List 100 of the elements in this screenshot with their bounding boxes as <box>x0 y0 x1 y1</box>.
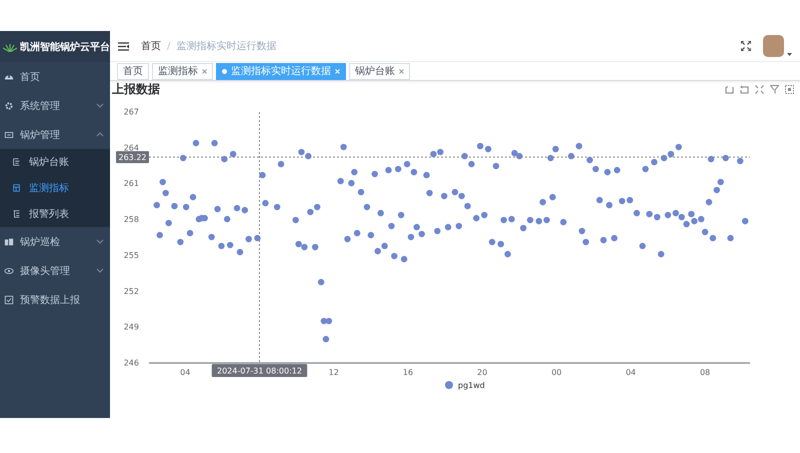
data-point <box>477 142 484 150</box>
sidebar-item[interactable]: 首页 <box>0 62 110 91</box>
data-point <box>378 210 384 216</box>
data-point <box>456 222 462 230</box>
y-tick-label: 261 <box>124 179 139 188</box>
ref-line-label: 263.22 <box>118 153 146 162</box>
sidebar-item[interactable]: 锅炉巡检 <box>0 227 110 256</box>
data-point <box>192 140 200 146</box>
data-point <box>230 150 236 158</box>
data-point <box>400 256 408 262</box>
data-point <box>552 146 559 152</box>
data-point <box>274 204 280 210</box>
breadcrumb-item[interactable]: 首页 <box>141 39 161 53</box>
data-point <box>742 218 748 224</box>
y-tick-label: 255 <box>124 250 139 260</box>
x-tick-label: 20 <box>477 368 488 377</box>
data-point <box>246 236 252 242</box>
document-icon <box>12 183 21 193</box>
chart-tool-icon[interactable] <box>770 84 779 94</box>
data-point <box>254 234 261 242</box>
data-point <box>540 198 546 206</box>
ref-line-label: 2024-07-31 08:00:12 <box>216 366 302 376</box>
data-point <box>182 204 190 210</box>
data-point <box>156 232 163 238</box>
data-point <box>549 194 556 200</box>
chart-tool-icon[interactable] <box>755 84 764 94</box>
data-point <box>492 162 500 170</box>
data-point <box>372 170 378 178</box>
data-point <box>214 206 221 212</box>
fullscreen-icon[interactable] <box>741 41 751 51</box>
panel-title: 上报数据 <box>112 80 161 98</box>
data-point <box>218 242 225 250</box>
data-point <box>262 200 269 206</box>
data-point <box>344 236 351 242</box>
close-icon[interactable] <box>399 68 404 74</box>
caret-icon[interactable] <box>787 53 792 57</box>
legend-marker[interactable] <box>445 381 453 389</box>
data-point <box>354 230 360 236</box>
data-point <box>351 168 358 176</box>
data-point <box>368 232 374 238</box>
y-tick-label: 246 <box>124 358 139 368</box>
data-point <box>727 234 734 242</box>
data-point <box>186 230 194 236</box>
data-point <box>658 250 664 258</box>
data-point <box>364 204 370 210</box>
sidebar-item[interactable]: 预警数据上报 <box>0 285 110 314</box>
data-point <box>348 180 355 186</box>
data-point <box>642 166 649 172</box>
data-point <box>408 234 414 240</box>
y-tick-label: 252 <box>124 286 139 296</box>
data-point <box>208 234 215 240</box>
chart-tool-icon[interactable] <box>725 84 734 94</box>
data-point <box>190 194 196 200</box>
tab[interactable]: 锅炉台账 <box>349 62 410 80</box>
data-point <box>639 242 646 250</box>
breadcrumb-separator: / <box>167 40 170 52</box>
data-point <box>576 142 582 150</box>
data-point <box>708 156 714 162</box>
x-tick-label: 04 <box>626 368 636 377</box>
data-point <box>162 190 169 196</box>
data-point <box>600 236 607 244</box>
data-point <box>444 224 452 230</box>
data-point <box>177 238 184 246</box>
data-point <box>180 154 186 162</box>
y-tick-label: 267 <box>124 108 139 116</box>
data-point <box>423 172 430 178</box>
data-point <box>651 158 658 166</box>
chart-tool-icon[interactable] <box>785 84 794 94</box>
tab[interactable]: 首页 <box>117 62 149 80</box>
data-point <box>706 198 712 206</box>
data-point <box>441 192 448 200</box>
sidebar-item[interactable]: 摄像头管理 <box>0 256 110 285</box>
submenu-item[interactable]: 报警列表 <box>0 201 110 227</box>
data-point <box>485 146 492 152</box>
data-point <box>547 154 554 162</box>
document-icon <box>12 157 21 167</box>
document-icon <box>12 209 21 219</box>
submenu-item[interactable]: 锅炉台账 <box>0 149 110 175</box>
data-point <box>464 202 471 210</box>
data-point <box>278 160 284 168</box>
sidebar-item[interactable]: 系统管理 <box>0 91 110 120</box>
data-point <box>560 218 567 226</box>
data-point <box>318 278 324 286</box>
data-point <box>385 166 392 174</box>
data-point <box>160 178 166 186</box>
x-tick-label: 08 <box>700 368 710 377</box>
data-point <box>236 248 244 256</box>
platform-title: 凯洲智能锅炉云平台 <box>20 40 110 54</box>
data-point <box>322 336 330 342</box>
data-point <box>426 190 433 196</box>
chart-tool-icon[interactable] <box>740 84 749 94</box>
sidebar-item[interactable]: 锅炉管理 <box>0 120 110 149</box>
legend-label[interactable]: pg1wd <box>458 381 485 390</box>
tab[interactable]: 监测指标 <box>152 62 213 80</box>
data-point <box>171 202 178 210</box>
data-point <box>388 222 395 230</box>
data-point <box>634 210 640 216</box>
y-tick-label: 258 <box>124 215 139 224</box>
submenu-item[interactable]: 监测指标 <box>0 175 110 201</box>
close-icon[interactable] <box>202 68 207 74</box>
